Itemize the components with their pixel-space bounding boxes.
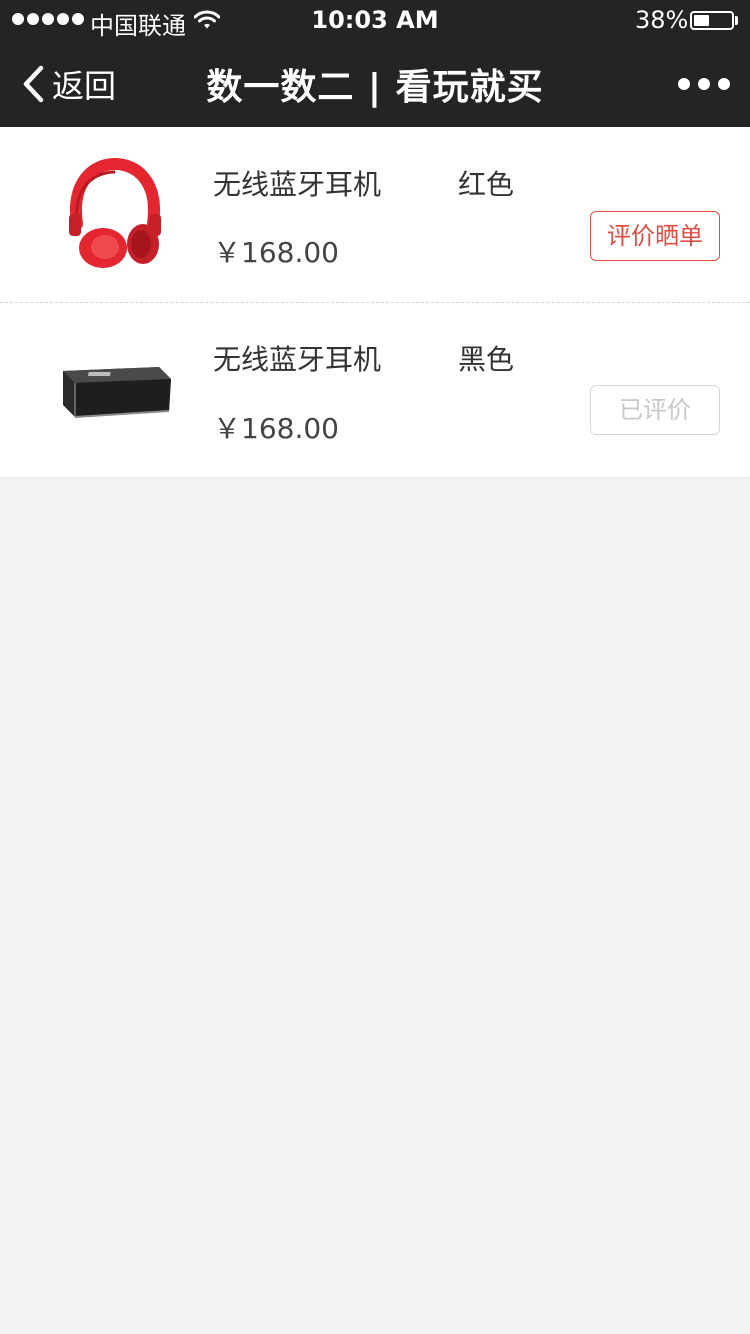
more-dots-icon[interactable]: [678, 78, 730, 90]
top-bar: 中国联通 10:03 AM 38% 返回 数一数二 | 看玩就买: [0, 0, 750, 127]
list-item: 无线蓝牙耳机 红色 ￥168.00 评价晒单: [0, 127, 750, 303]
battery-icon: [690, 11, 734, 30]
review-button[interactable]: 评价晒单: [590, 211, 720, 261]
list-item: 无线蓝牙耳机 黑色 ￥168.00 已评价: [0, 303, 750, 478]
item-color: 黑色: [458, 343, 515, 376]
page-title: 数一数二 | 看玩就买: [206, 67, 544, 108]
item-name: 无线蓝牙耳机: [213, 168, 382, 201]
battery-fill: [694, 15, 709, 26]
status-bar: 中国联通 10:03 AM 38%: [0, 0, 750, 40]
red-headphones-image: [69, 157, 161, 268]
reviewed-button[interactable]: 已评价: [590, 385, 720, 435]
item-color: 红色: [458, 168, 515, 201]
item-name: 无线蓝牙耳机: [213, 343, 382, 376]
order-item-list: 无线蓝牙耳机 红色 ￥168.00 评价晒单 无线蓝牙耳机 黑色 ￥168.00…: [0, 127, 750, 478]
item-price: ￥168.00: [213, 412, 339, 445]
black-speaker-image: [63, 367, 171, 418]
battery-tip: [735, 16, 738, 25]
battery-percent: 38%: [635, 6, 689, 34]
item-price: ￥168.00: [213, 236, 339, 269]
